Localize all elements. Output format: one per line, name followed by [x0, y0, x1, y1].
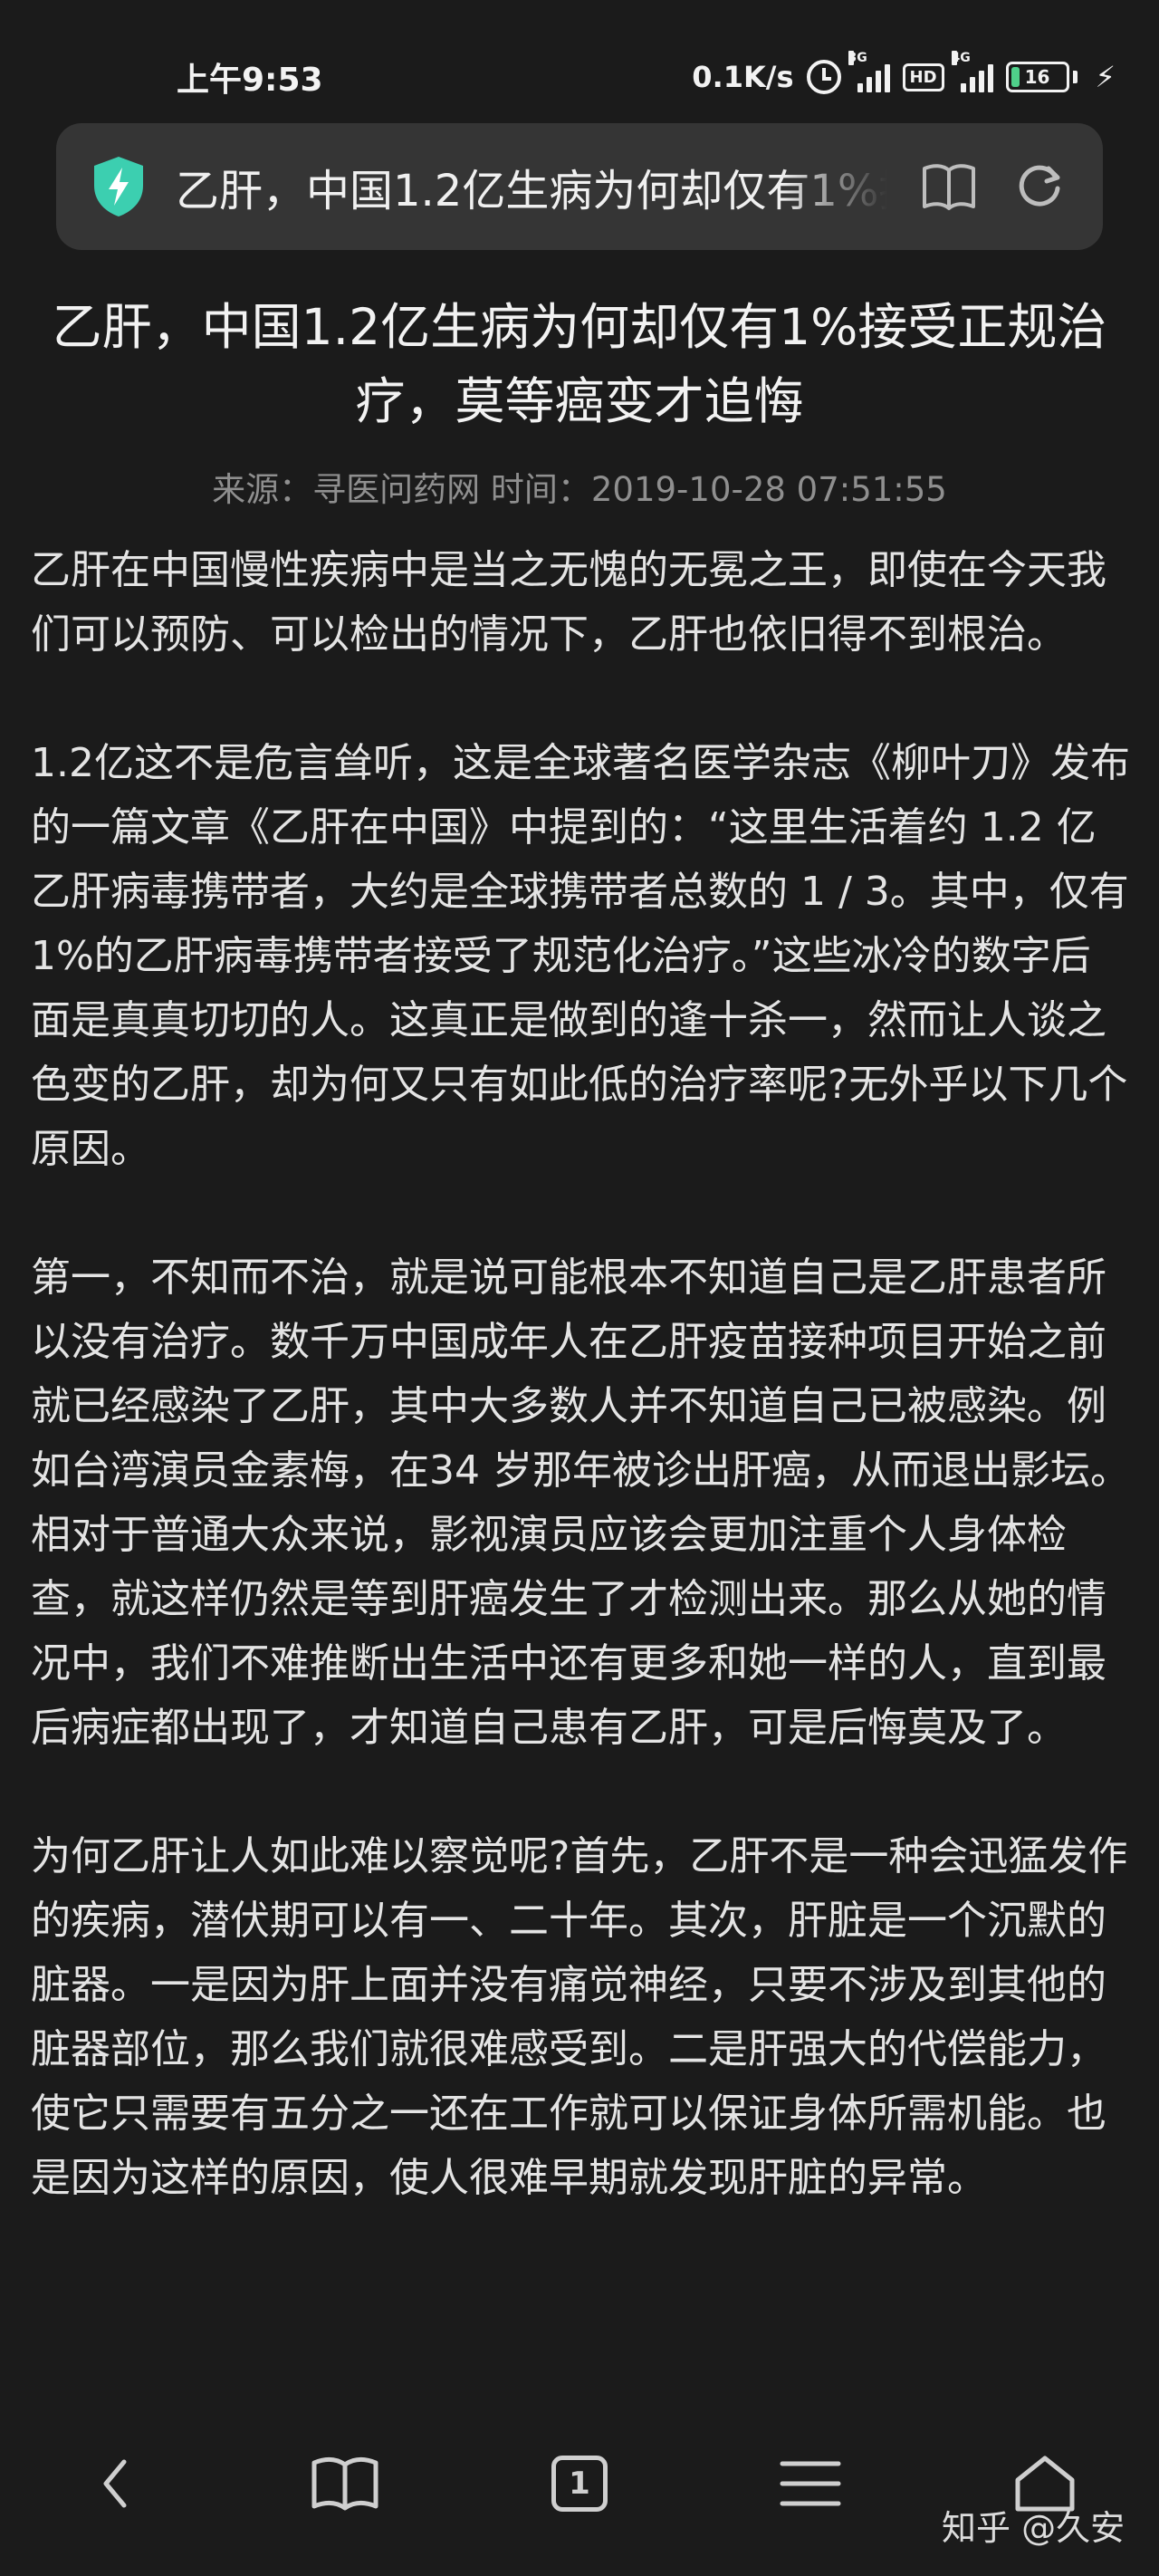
shield-icon: [94, 157, 143, 216]
signal-type-label: 3G: [848, 51, 867, 65]
hd-icon: HD: [902, 62, 944, 91]
article-paragraph: 为何乙肝让人如此难以察觉呢?首先，乙肝不是一种会迅猛发作的疾病，潜伏期可以有一、…: [31, 1833, 1128, 2201]
net-speed: 0.1K/s: [692, 60, 794, 94]
menu-icon: [780, 2461, 841, 2506]
tab-count: 1: [569, 2465, 590, 2502]
signal-type-label: 4G: [951, 51, 971, 65]
back-icon: [103, 2459, 127, 2508]
status-icons: 0.1K/s 3G HD 4G 16 ⚡: [692, 51, 1116, 94]
address-bar[interactable]: 乙肝，中国1.2亿生病为何却仅有1%接受正规治疗: [56, 123, 1103, 250]
bookmarks-button[interactable]: [300, 2438, 390, 2529]
tabs-icon: 1: [551, 2456, 608, 2512]
article-meta: 来源：寻医问药网 时间：2019-10-28 07:51:55: [212, 470, 947, 509]
battery-level: 16: [1024, 66, 1050, 88]
refresh-icon[interactable]: [1011, 158, 1068, 216]
signal-icon: 3G: [848, 51, 890, 92]
alarm-icon: [806, 60, 841, 94]
article-paragraph: 第一，不知而不治，就是说可能根本不知道自己是乙肝患者所以没有治疗。数千万中国成年…: [31, 1254, 1130, 1751]
bookmarks-icon: [311, 2457, 378, 2511]
article-content[interactable]: 乙肝，中国1.2亿生病为何却仅有1%接受正规治疗，莫等癌变才追悔 来源：寻医问药…: [0, 272, 1159, 2391]
battery-icon: 16: [1005, 62, 1069, 92]
tabs-button[interactable]: 1: [534, 2438, 625, 2529]
back-button[interactable]: [70, 2438, 160, 2529]
article-title: 乙肝，中国1.2亿生病为何却仅有1%接受正规治疗，莫等癌变才追悔: [52, 298, 1107, 430]
address-text[interactable]: 乙肝，中国1.2亿生病为何却仅有1%接受正规治疗: [176, 155, 887, 218]
charging-icon: ⚡: [1095, 60, 1116, 94]
battery-cap: [1072, 71, 1078, 83]
article-paragraph: 1.2亿这不是危言耸听，这是全球著名医学杂志《柳叶刀》发布的一篇文章《乙肝在中国…: [31, 740, 1130, 1172]
zhihu-watermark: 知乎 @久安: [942, 2508, 1125, 2548]
article-paragraph: 乙肝在中国慢性疾病中是当之无愧的无冕之王，即使在今天我们可以预防、可以检出的情况…: [31, 547, 1106, 658]
status-time: 上午9:53: [177, 62, 323, 99]
menu-button[interactable]: [765, 2438, 856, 2529]
signal-icon: 4G: [951, 51, 993, 92]
reader-mode-icon[interactable]: [920, 158, 978, 216]
